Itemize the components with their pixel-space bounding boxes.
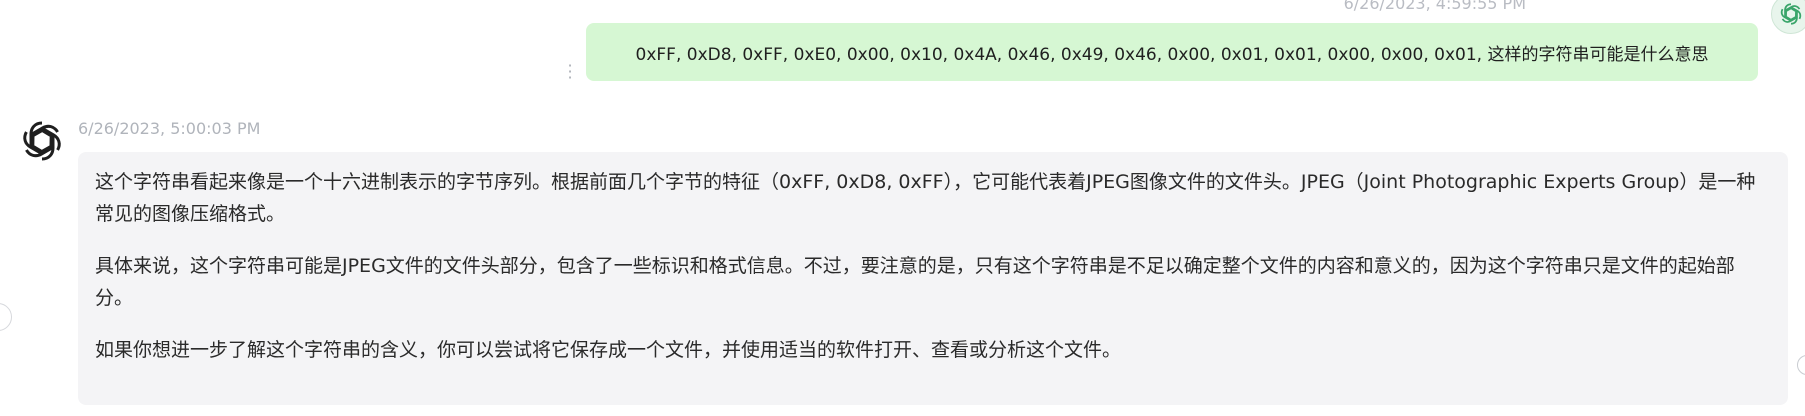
user-message-text: 0xFF, 0xD8, 0xFF, 0xE0, 0x00, 0x10, 0x4A… bbox=[635, 44, 1709, 65]
vertical-ellipsis-icon[interactable]: · · · bbox=[567, 58, 573, 86]
assistant-paragraph: 这个字符串看起来像是一个十六进制表示的字节序列。根据前面几个字节的特征（0xFF… bbox=[95, 171, 1756, 225]
assistant-paragraph: 如果你想进一步了解这个字符串的含义，你可以尝试将它保存成一个文件，并使用适当的软… bbox=[95, 339, 1122, 361]
user-avatar bbox=[1771, 0, 1805, 34]
scroll-left-button[interactable] bbox=[0, 303, 12, 331]
assistant-paragraph: 具体来说，这个字符串可能是JPEG文件的文件头部分，包含了一些标识和格式信息。不… bbox=[95, 255, 1735, 309]
assistant-message-timestamp: 6/26/2023, 5:00:03 PM bbox=[78, 119, 261, 138]
user-message-bubble[interactable]: 0xFF, 0xD8, 0xFF, 0xE0, 0x00, 0x10, 0x4A… bbox=[586, 23, 1758, 81]
scroll-right-button[interactable] bbox=[1797, 355, 1805, 375]
openai-logo-icon bbox=[19, 120, 65, 162]
assistant-avatar bbox=[18, 117, 66, 165]
openai-logo-icon bbox=[1778, 3, 1804, 25]
assistant-message-bubble[interactable]: 这个字符串看起来像是一个十六进制表示的字节序列。根据前面几个字节的特征（0xFF… bbox=[78, 152, 1788, 405]
user-message-timestamp: 6/26/2023, 4:59:55 PM bbox=[1343, 0, 1526, 13]
